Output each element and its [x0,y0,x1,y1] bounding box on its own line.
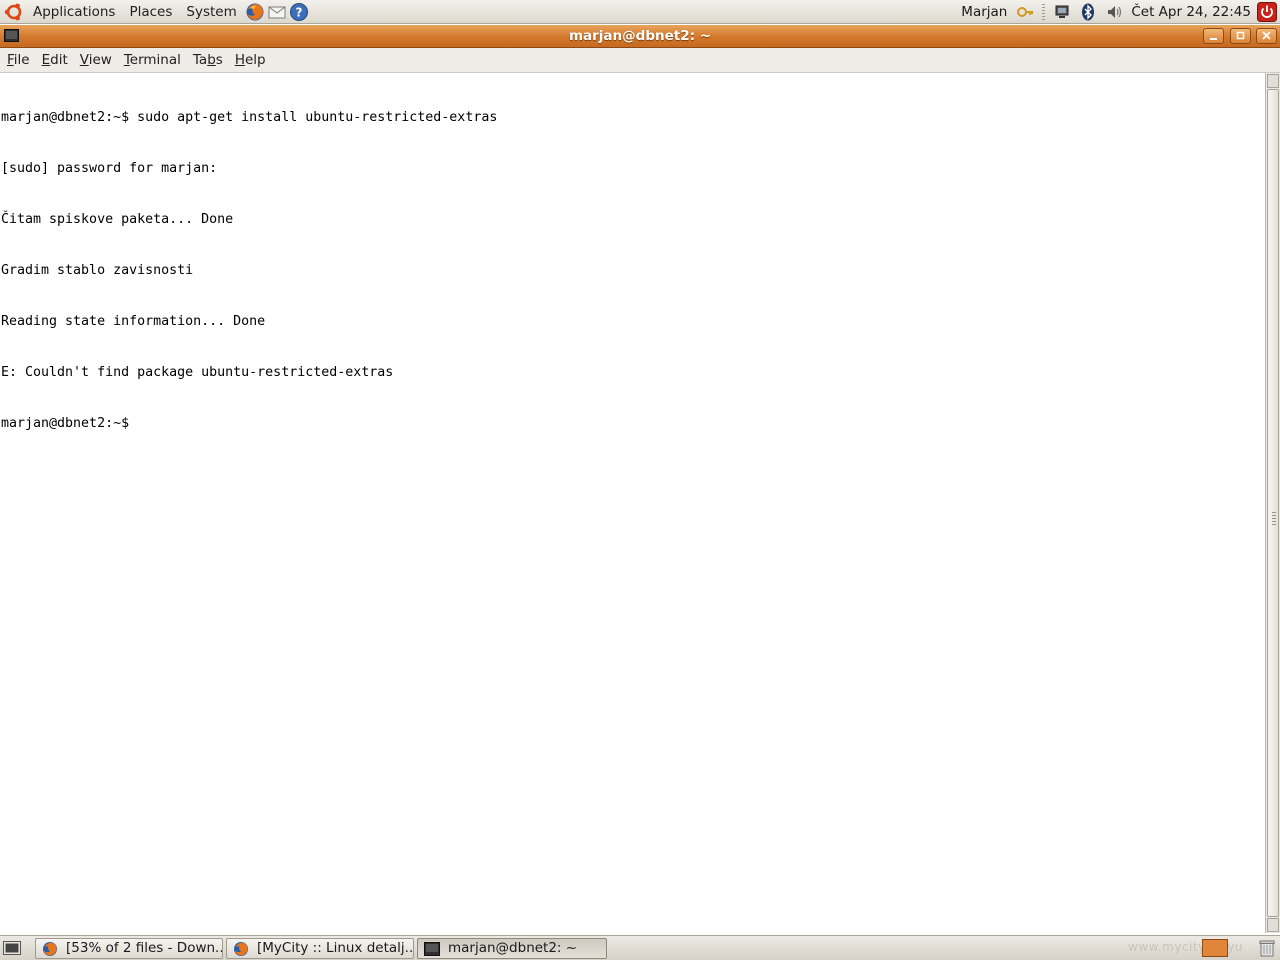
terminal-line: E: Couldn't find package ubuntu-restrict… [1,365,394,380]
menu-tabs[interactable]: Tabs [187,48,229,73]
user-name[interactable]: Marjan [956,4,1012,20]
maximize-button[interactable] [1230,28,1251,44]
task-download-manager[interactable]: [53% of 2 files - Down... [35,938,223,959]
volume-icon[interactable] [1105,3,1123,21]
task-terminal[interactable]: marjan@dbnet2: ~ [417,938,607,959]
window-title: marjan@dbnet2: ~ [568,28,712,44]
minimize-button[interactable] [1203,28,1224,44]
scrollbar-grip [1272,512,1276,526]
scrollbar-thumb[interactable] [1267,89,1279,917]
system-menu[interactable]: System [179,0,243,24]
terminal-icon [424,942,440,956]
terminal-menubar: File Edit View Terminal Tabs Help [0,48,1280,73]
close-icon [1262,31,1271,40]
terminal-output: marjan@dbnet2:~$ sudo apt-get install ub… [0,73,1265,466]
help-icon[interactable]: ? [289,2,309,22]
menu-view[interactable]: View [74,48,118,73]
keyring-icon[interactable] [1016,3,1034,21]
bottom-panel: [53% of 2 files - Down... [MyCity :: Lin… [0,935,1280,960]
bluetooth-icon[interactable] [1079,3,1097,21]
svg-text:?: ? [295,6,302,20]
maximize-icon [1236,31,1245,40]
firefox-icon[interactable] [245,2,265,22]
task-label: [53% of 2 files - Down... [66,940,223,956]
terminal-area[interactable]: marjan@dbnet2:~$ sudo apt-get install ub… [0,73,1265,933]
task-mycity-browser[interactable]: [MyCity :: Linux detalj... [226,938,414,959]
terminal-line: [sudo] password for marjan: [1,161,218,176]
menu-file[interactable]: File [1,48,36,73]
scroll-down-arrow[interactable] [1267,918,1279,932]
close-button[interactable] [1256,28,1277,44]
panel-separator [1042,4,1046,20]
menu-terminal[interactable]: Terminal [118,48,187,73]
workspace-switcher[interactable] [1202,939,1228,957]
network-icon[interactable] [1053,3,1071,21]
terminal-line: Reading state information... Done [1,314,266,329]
window-titlebar[interactable]: marjan@dbnet2: ~ [0,25,1280,48]
ubuntu-logo-icon[interactable] [4,2,24,22]
scroll-up-arrow[interactable] [1267,74,1279,88]
firefox-icon [234,942,248,956]
menu-edit[interactable]: Edit [36,48,74,73]
places-menu[interactable]: Places [122,0,179,24]
applications-menu[interactable]: Applications [26,0,122,24]
terminal-line: Čitam spiskove paketa... Done [1,212,234,227]
show-desktop-icon[interactable] [2,939,22,957]
terminal-line: marjan@dbnet2:~$ sudo apt-get install ub… [1,110,498,125]
menu-help[interactable]: Help [229,48,272,73]
vertical-scrollbar[interactable] [1265,73,1280,933]
minimize-icon [1210,38,1217,40]
clock[interactable]: Čet Apr 24, 22:45 [1127,4,1257,20]
mail-icon[interactable] [267,2,287,22]
firefox-icon [43,942,57,956]
terminal-line: Gradim stablo zavisnosti [1,263,194,278]
trash-icon[interactable] [1258,938,1276,958]
task-label: [MyCity :: Linux detalj... [257,940,414,956]
power-icon[interactable] [1257,2,1277,22]
top-panel: Applications Places System ? Marjan Čet … [0,0,1280,24]
task-label: marjan@dbnet2: ~ [448,940,578,956]
terminal-prompt-line: marjan@dbnet2:~$ [1,416,138,431]
